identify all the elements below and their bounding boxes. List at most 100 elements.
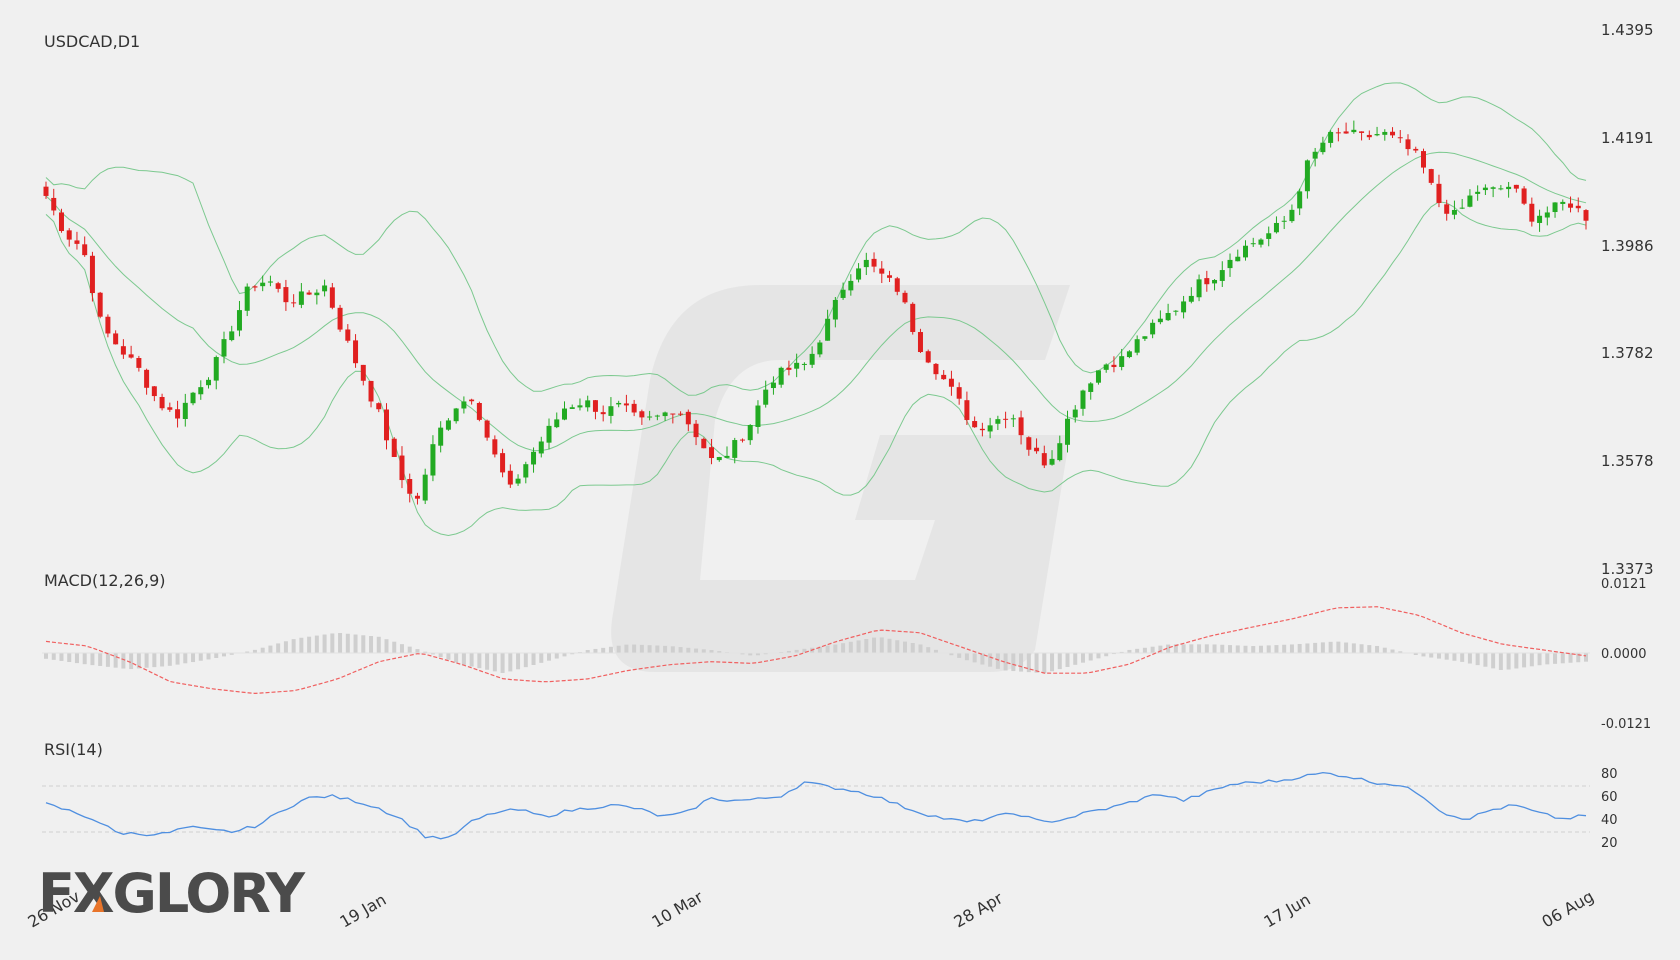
macd-histogram-bar xyxy=(1359,644,1364,653)
candle-body xyxy=(662,412,668,417)
candle-body xyxy=(639,411,645,418)
macd-histogram-bar xyxy=(1150,646,1155,653)
candle-body xyxy=(1537,215,1543,223)
macd-histogram-bar xyxy=(593,648,598,653)
macd-histogram-bar xyxy=(663,645,668,653)
macd-histogram-bar xyxy=(701,649,706,653)
candle-body xyxy=(469,399,475,402)
candle-body xyxy=(159,396,165,409)
candle-body xyxy=(1119,356,1125,367)
candle-body xyxy=(1111,364,1117,368)
candle-body xyxy=(1397,137,1403,139)
macd-histogram-bar xyxy=(291,639,296,653)
candle-body xyxy=(283,287,289,303)
macd-histogram-bar xyxy=(980,653,985,665)
candle-body xyxy=(1181,301,1187,313)
candle-body xyxy=(1065,418,1071,445)
macd-histogram-bar xyxy=(1080,653,1085,663)
candle-body xyxy=(979,428,985,431)
candle-body xyxy=(120,346,126,355)
candle-body xyxy=(739,439,745,441)
macd-histogram-bar xyxy=(523,653,528,668)
candle-body xyxy=(97,292,103,317)
candle-body xyxy=(832,299,838,320)
candle-body xyxy=(561,408,567,420)
candle-body xyxy=(1134,339,1140,353)
macd-histogram-bar xyxy=(175,653,180,665)
candle-body xyxy=(941,374,947,380)
candle-body xyxy=(1498,188,1504,190)
candle-body xyxy=(82,244,88,256)
rsi-tick-60: 60 xyxy=(1601,790,1618,805)
macd-histogram-bar xyxy=(51,653,56,660)
candle-body xyxy=(887,275,893,278)
candle-body xyxy=(414,495,420,499)
candle-body xyxy=(538,441,544,454)
macd-histogram-bar xyxy=(608,646,613,653)
candle-body xyxy=(1568,203,1574,208)
x-tick-4: 28 Apr xyxy=(951,888,1007,931)
candle-body xyxy=(430,444,436,476)
candle-body xyxy=(778,367,784,385)
candle-body xyxy=(523,464,529,478)
macd-histogram-bar xyxy=(1351,643,1356,653)
candle-body xyxy=(1041,453,1047,466)
candle-body xyxy=(1552,202,1558,213)
candle-body xyxy=(1444,204,1450,214)
macd-histogram-bar xyxy=(1197,644,1202,653)
candle-body xyxy=(1212,279,1218,284)
macd-histogram-bar xyxy=(1522,653,1527,668)
candle-body xyxy=(190,392,196,404)
candle-body xyxy=(507,470,513,485)
macd-histogram-bar xyxy=(299,637,304,653)
candle-body xyxy=(1413,148,1419,151)
candle-body xyxy=(956,387,962,399)
candle-body xyxy=(786,367,792,370)
macd-histogram-bar xyxy=(825,645,830,653)
candle-body xyxy=(856,268,862,280)
candle-body xyxy=(1583,210,1589,221)
macd-histogram-bar xyxy=(1467,653,1472,664)
candle-body xyxy=(1227,259,1233,269)
candle-body xyxy=(631,403,637,413)
candle-body xyxy=(817,342,823,355)
macd-histogram-bar xyxy=(678,647,683,653)
macd-histogram-bar xyxy=(686,647,691,653)
candle-body xyxy=(654,415,660,417)
candle-body xyxy=(732,440,738,458)
macd-histogram-bar xyxy=(1235,645,1240,653)
macd-histogram-bar xyxy=(1019,653,1024,672)
macd-histogram-bar xyxy=(260,647,265,653)
candle-body xyxy=(995,419,1001,424)
macd-histogram-bar xyxy=(1421,653,1426,657)
candle-body xyxy=(260,282,266,287)
candle-body xyxy=(360,364,366,381)
macd-histogram-bar xyxy=(1228,645,1233,653)
macd-histogram-bar xyxy=(152,653,157,668)
candle-body xyxy=(229,331,235,341)
macd-histogram-bar xyxy=(1390,649,1395,653)
candle-body xyxy=(724,455,730,458)
macd-histogram-bar xyxy=(1514,653,1519,669)
macd-histogram-bar xyxy=(1475,653,1480,666)
candle-body xyxy=(801,363,807,365)
macd-histogram-bar xyxy=(1243,645,1248,653)
macd-histogram-bar xyxy=(485,653,490,670)
macd-histogram-bar xyxy=(198,653,203,661)
candle-body xyxy=(1219,270,1225,281)
macd-histogram-bar xyxy=(384,639,389,653)
candle-body xyxy=(1266,233,1272,239)
macd-histogram-bar xyxy=(183,653,188,664)
macd-histogram-bar xyxy=(694,648,699,653)
candle-body xyxy=(972,421,978,428)
candle-body xyxy=(407,478,413,494)
candle-body xyxy=(1475,191,1481,194)
candle-body xyxy=(1482,187,1488,191)
candle-body xyxy=(1126,351,1132,358)
macd-histogram-bar xyxy=(1011,653,1016,672)
macd-histogram-bar xyxy=(345,633,350,653)
macd-histogram-bar xyxy=(1529,653,1534,667)
macd-histogram-bar xyxy=(90,653,95,666)
macd-histogram-bar xyxy=(392,641,397,653)
rsi-pane-title: RSI(14) xyxy=(44,740,103,759)
